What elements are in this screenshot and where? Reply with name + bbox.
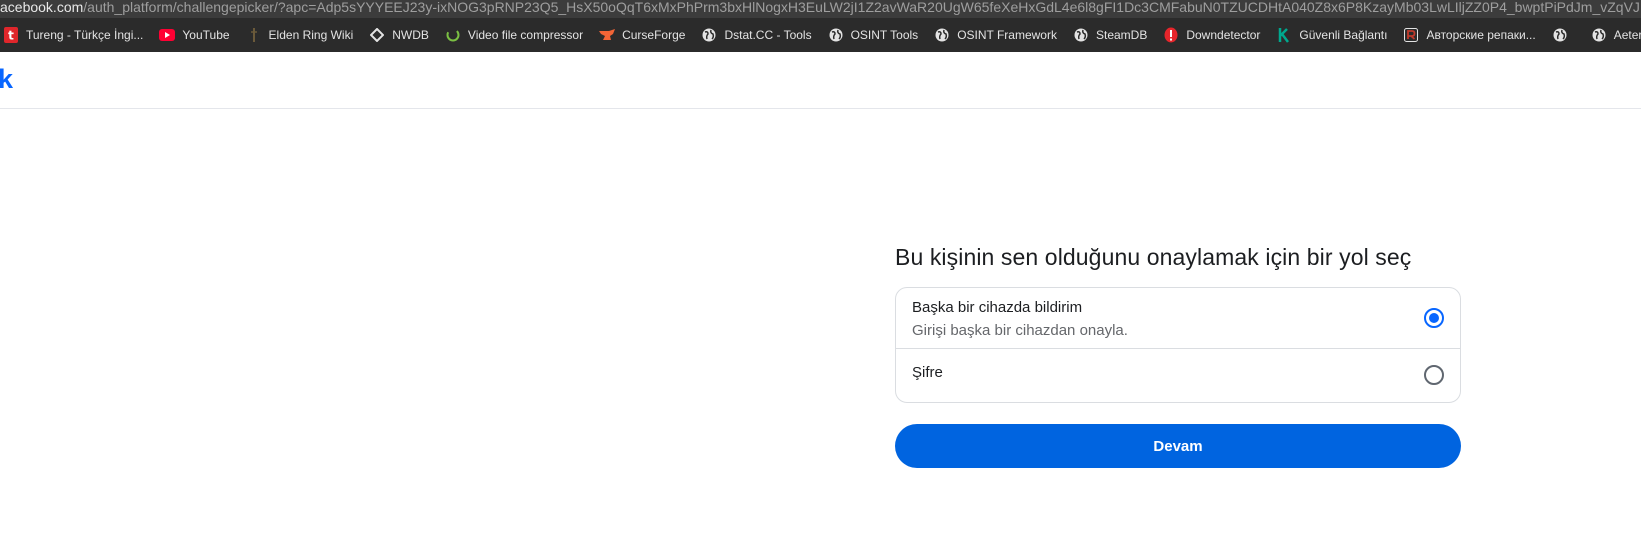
bookmark-label: Video file compressor [467,28,584,42]
globe-icon [701,27,717,43]
bookmark-label: Aeternum Ma [1613,28,1641,42]
bookmark-osint-framework[interactable]: OSINT Framework [926,18,1065,52]
bookmark-label: Dstat.CC - Tools [724,28,812,42]
option-subtitle: Girişi başka bir cihazdan onayla. [912,322,1128,339]
option-device-notification[interactable]: Başka bir cihazda bildirim Girişi başka … [896,288,1460,349]
bookmark-label: Güvenli Bağlantı [1299,28,1388,42]
bookmark-aeternum[interactable]: Aeternum Ma [1583,18,1641,52]
bookmarks-bar: t Tureng - Türkçe İngi... YouTube Elden … [0,18,1641,52]
bookmark-tureng[interactable]: t Tureng - Türkçe İngi... [0,18,151,52]
bookmark-untitled[interactable] [1544,18,1583,52]
bookmark-label: YouTube [182,28,230,42]
url-host: acebook.com [0,0,84,15]
bookmark-elden-ring-wiki[interactable]: Elden Ring Wiki [238,18,362,52]
continue-button[interactable]: Devam [895,424,1461,468]
svg-text:t: t [8,29,14,43]
option-password[interactable]: Şifre [896,349,1460,402]
globe-icon [828,27,844,43]
globe-icon [934,27,950,43]
compressor-icon [445,27,461,43]
bookmark-guvenli-baglanti[interactable]: Güvenli Bağlantı [1268,18,1395,52]
bookmark-label: OSINT Framework [957,28,1057,42]
bookmark-repack[interactable]: Авторские репаки... [1395,18,1543,52]
radio-unselected-icon[interactable] [1424,365,1444,385]
bookmark-label: CurseForge [622,28,686,42]
challenge-picker-panel: Bu kişinin sen olduğunu onaylamak için b… [895,240,1461,468]
nwdb-icon [369,27,385,43]
page-title: Bu kişinin sen olduğunu onaylamak için b… [895,244,1412,270]
address-bar[interactable]: acebook.com/auth_platform/challengepicke… [0,0,1641,18]
bookmark-label: NWDB [392,28,429,42]
url-path: /auth_platform/challengepicker/?apc=Adp5… [83,0,1641,15]
kaspersky-icon [1276,27,1292,43]
bookmark-nwdb[interactable]: NWDB [361,18,437,52]
downdetector-icon [1163,27,1179,43]
bookmark-curseforge[interactable]: CurseForge [591,18,693,52]
globe-icon [1073,27,1089,43]
tureng-icon: t [3,27,19,43]
radio-selected-icon[interactable] [1424,308,1444,328]
bookmark-downdetector[interactable]: Downdetector [1155,18,1268,52]
verification-options: Başka bir cihazda bildirim Girişi başka … [895,287,1461,403]
bookmark-video-compressor[interactable]: Video file compressor [437,18,591,52]
option-title: Başka bir cihazda bildirim [912,299,1083,316]
bookmark-osint-tools[interactable]: OSINT Tools [820,18,927,52]
bookmark-label: Tureng - Türkçe İngi... [26,28,144,42]
bookmark-label: SteamDB [1095,28,1148,42]
bookmark-label: Elden Ring Wiki [268,28,354,42]
bookmark-youtube[interactable]: YouTube [151,18,237,52]
bookmark-label: Downdetector [1186,28,1261,42]
elden-ring-icon [246,27,262,43]
bookmark-steamdb[interactable]: SteamDB [1065,18,1155,52]
option-title: Şifre [912,364,943,381]
bookmark-label: Авторские репаки... [1426,28,1536,42]
page-header: k [0,52,1641,109]
globe-icon [1552,27,1568,43]
curseforge-icon [599,27,616,43]
youtube-icon [159,27,176,43]
bookmark-dstat[interactable]: Dstat.CC - Tools [693,18,819,52]
facebook-logo[interactable]: k [0,64,13,95]
bookmark-label: OSINT Tools [850,28,919,42]
globe-icon [1591,27,1607,43]
repack-icon [1403,27,1419,43]
